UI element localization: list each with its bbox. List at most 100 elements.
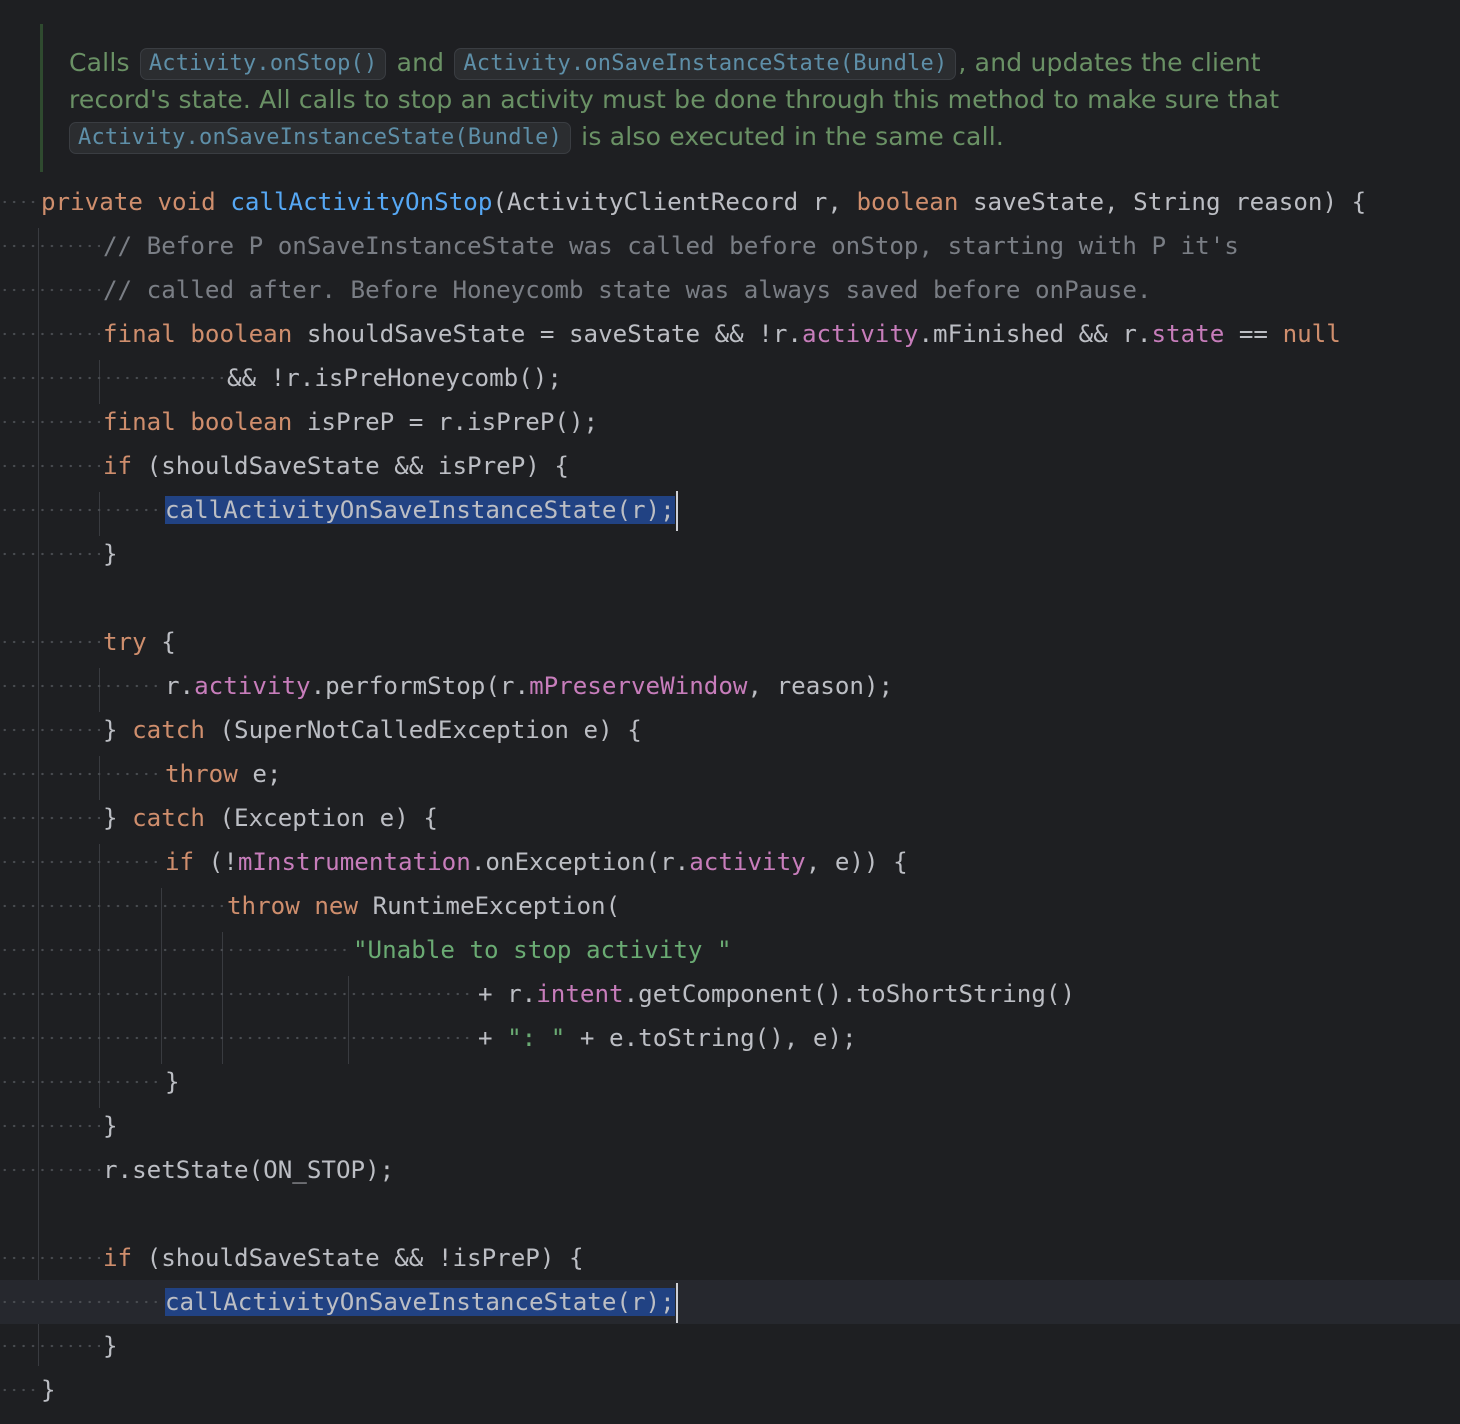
code-line[interactable]: [0, 1192, 1460, 1236]
code-token: RuntimeException(: [358, 892, 621, 920]
code-token: ==: [1224, 320, 1283, 348]
code-line[interactable]: final boolean shouldSaveState = saveStat…: [0, 312, 1460, 356]
code-text: final boolean isPreP = r.isPreP();: [103, 400, 598, 444]
code-token: (!: [194, 848, 238, 876]
field-token: state: [1151, 320, 1225, 348]
whitespace-indicator: [0, 488, 162, 532]
code-text: private void callActivityOnStop(Activity…: [41, 180, 1366, 224]
code-token: , reason);: [747, 672, 894, 700]
code-token: saveState, String reason) {: [958, 188, 1367, 216]
whitespace-indicator: [0, 356, 224, 400]
code-line[interactable]: callActivityOnSaveInstanceState(r);: [0, 488, 1460, 532]
code-token: (shouldSaveState && isPreP) {: [132, 452, 569, 480]
whitespace-indicator: [0, 1324, 100, 1368]
code-token: + r.: [478, 980, 537, 1008]
keyword-token: boolean: [190, 320, 293, 348]
whitespace-indicator: [0, 180, 38, 224]
code-line[interactable]: [0, 576, 1460, 620]
whitespace-indicator: [0, 752, 162, 796]
keyword-token: catch: [132, 804, 205, 832]
field-token: activity: [194, 672, 311, 700]
code-area[interactable]: private void callActivityOnStop(Activity…: [0, 180, 1460, 1412]
field-token: activity: [689, 848, 806, 876]
code-line[interactable]: if (shouldSaveState && !isPreP) {: [0, 1236, 1460, 1280]
whitespace-indicator: [0, 840, 162, 884]
method-name[interactable]: callActivityOnStop: [230, 188, 492, 216]
selected-text[interactable]: callActivityOnSaveInstanceState(r);: [165, 496, 675, 524]
whitespace-indicator: [0, 224, 100, 268]
code-editor[interactable]: Calls Activity.onStop() and Activity.onS…: [0, 0, 1460, 1424]
code-token: (ActivityClientRecord r,: [492, 188, 857, 216]
keyword-token: if: [103, 1244, 133, 1272]
code-text: }: [103, 1332, 118, 1360]
code-token: .mFinished && r.: [918, 320, 1152, 348]
code-line[interactable]: // Before P onSaveInstanceState was call…: [0, 224, 1460, 268]
keyword-token: try: [103, 628, 147, 656]
code-text: if (!mInstrumentation.onException(r.acti…: [165, 840, 908, 884]
code-line[interactable]: if (shouldSaveState && isPreP) {: [0, 444, 1460, 488]
code-text: } catch (SuperNotCalledException e) {: [103, 708, 642, 752]
code-token: (shouldSaveState && !isPreP) {: [132, 1244, 584, 1272]
code-line[interactable]: } catch (Exception e) {: [0, 796, 1460, 840]
code-line[interactable]: try {: [0, 620, 1460, 664]
code-token: {: [146, 628, 176, 656]
code-text: }: [165, 1068, 180, 1096]
code-line[interactable]: && !r.isPreHoneycomb();: [0, 356, 1460, 400]
whitespace-indicator: [0, 1148, 100, 1192]
code-line[interactable]: r.activity.performStop(r.mPreserveWindow…: [0, 664, 1460, 708]
code-text: callActivityOnSaveInstanceState(r);: [165, 488, 678, 532]
doc-link-onsaveinstancestate[interactable]: Activity.onSaveInstanceState(Bundle): [454, 48, 957, 80]
doc-text: Calls: [69, 48, 138, 77]
field-token: mPreserveWindow: [529, 672, 748, 700]
code-line[interactable]: private void callActivityOnStop(Activity…: [0, 180, 1460, 224]
code-line[interactable]: if (!mInstrumentation.onException(r.acti…: [0, 840, 1460, 884]
whitespace-indicator: [0, 928, 350, 972]
code-line[interactable]: }: [0, 532, 1460, 576]
code-line[interactable]: }: [0, 1104, 1460, 1148]
whitespace-indicator: [0, 532, 100, 576]
code-text: r.activity.performStop(r.mPreserveWindow…: [165, 664, 893, 708]
whitespace-indicator: [0, 1060, 162, 1104]
whitespace-indicator: [0, 884, 224, 928]
doc-link-onsaveinstancestate[interactable]: Activity.onSaveInstanceState(Bundle): [69, 122, 572, 154]
code-text: final boolean shouldSaveState = saveStat…: [103, 312, 1341, 356]
code-text: }: [41, 1376, 56, 1404]
code-text: && !r.isPreHoneycomb();: [227, 364, 562, 392]
text-caret: [675, 491, 678, 531]
string-literal: "Unable to stop activity ": [353, 936, 732, 964]
code-text: throw new RuntimeException(: [227, 884, 620, 928]
code-line[interactable]: } catch (SuperNotCalledException e) {: [0, 708, 1460, 752]
keyword-token: if: [165, 848, 195, 876]
code-line[interactable]: // called after. Before Honeycomb state …: [0, 268, 1460, 312]
code-line-current[interactable]: callActivityOnSaveInstanceState(r);: [0, 1280, 1460, 1324]
code-token: }: [103, 716, 133, 744]
code-line[interactable]: "Unable to stop activity ": [0, 928, 1460, 972]
code-line[interactable]: }: [0, 1368, 1460, 1412]
keyword-token: new: [314, 892, 359, 920]
javadoc-line-3: Activity.onSaveInstanceState(Bundle) is …: [69, 118, 1440, 155]
code-token: (SuperNotCalledException e) {: [204, 716, 642, 744]
code-token: + e.toString(), e);: [565, 1024, 857, 1052]
selected-text[interactable]: callActivityOnSaveInstanceState(r);: [165, 1288, 675, 1316]
code-comment: // Before P onSaveInstanceState was call…: [103, 232, 1239, 260]
code-line[interactable]: + r.intent.getComponent().toShortString(…: [0, 972, 1460, 1016]
keyword-token: throw: [165, 760, 238, 788]
keyword-token: final: [103, 408, 176, 436]
code-token: .performStop(r.: [310, 672, 530, 700]
code-line[interactable]: + ": " + e.toString(), e);: [0, 1016, 1460, 1060]
whitespace-indicator: [0, 1016, 475, 1060]
whitespace-indicator: [0, 268, 100, 312]
doc-text: is also executed in the same call.: [573, 122, 1005, 151]
code-line[interactable]: }: [0, 1060, 1460, 1104]
code-line[interactable]: throw new RuntimeException(: [0, 884, 1460, 928]
code-token: shouldSaveState = saveState && !r.: [292, 320, 802, 348]
whitespace-indicator: [0, 1368, 38, 1412]
keyword-token: boolean: [856, 188, 959, 216]
doc-link-onstop[interactable]: Activity.onStop(): [139, 48, 387, 80]
code-text: r.setState(ON_STOP);: [103, 1156, 395, 1184]
code-line[interactable]: throw e;: [0, 752, 1460, 796]
whitespace-indicator: [0, 972, 475, 1016]
code-line[interactable]: final boolean isPreP = r.isPreP();: [0, 400, 1460, 444]
code-line[interactable]: }: [0, 1324, 1460, 1368]
code-line[interactable]: r.setState(ON_STOP);: [0, 1148, 1460, 1192]
